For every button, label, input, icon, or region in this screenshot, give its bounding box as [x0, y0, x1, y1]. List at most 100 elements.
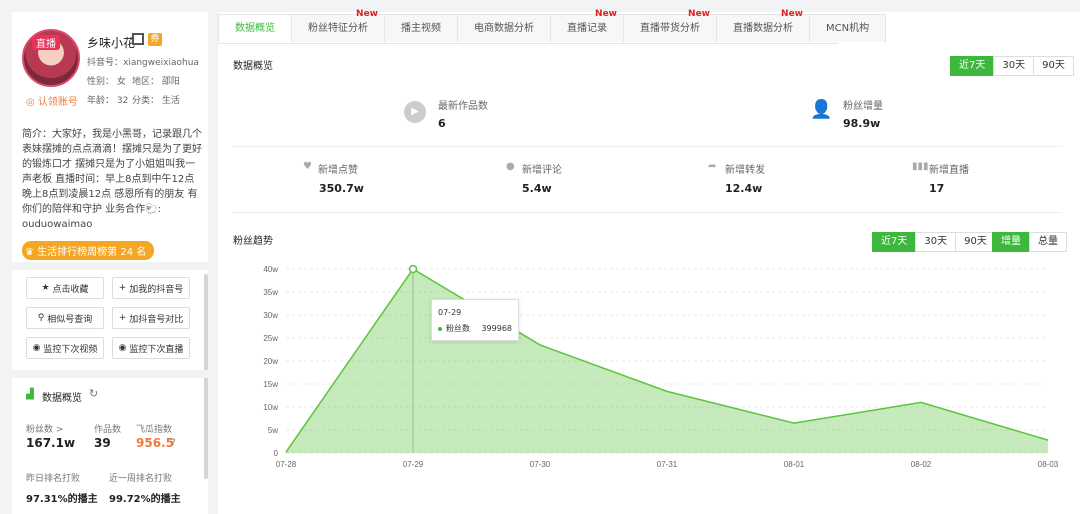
rank-badge[interactable]: ♛ 生活排行榜周榜第 24 名 — [22, 241, 155, 260]
comments-label: 新增评论 — [522, 165, 562, 176]
live-bars-icon: ▮▮▮ — [912, 161, 929, 172]
tab-mcn[interactable]: MCN机构 — [809, 14, 887, 42]
eye-icon: ◉ — [32, 343, 41, 353]
nickname: 乡味小花 — [87, 36, 136, 50]
index-value: 956.5 — [136, 436, 174, 450]
gender: 性别： 女 — [87, 77, 126, 87]
rank-label: 生活排行榜周榜第 24 名 — [37, 247, 147, 258]
shares-label: 新增转发 — [725, 165, 765, 176]
range-7d[interactable]: 近7天 — [950, 56, 995, 76]
divider — [12, 370, 208, 378]
tooltip-label: 粉丝数 — [446, 324, 470, 333]
tab-fans-analysis[interactable]: 粉丝特征分析 New — [291, 9, 385, 42]
week-rank-value: 99.72%的播主 — [109, 494, 181, 505]
tooltip-row: 粉丝数 399968 — [438, 323, 512, 334]
region: 地区： 邵阳 — [132, 77, 180, 87]
data-overview-title: 数据概览 — [42, 393, 82, 404]
verify-account[interactable]: ◎ 认领账号 — [26, 93, 78, 108]
fans-inc-value: 98.9w — [843, 117, 881, 130]
y-tick-label: 40w — [263, 265, 278, 274]
y-tick-label: 0 — [274, 449, 279, 458]
fans-inc-label: 粉丝增量 — [843, 101, 883, 112]
monitor-live-label: 监控下次直播 — [129, 344, 184, 355]
plus-icon: + — [118, 283, 127, 293]
profile-panel: 直播 乡味小花 券 抖音号：xiangweixiaohua 性别： 女 地区： … — [12, 12, 208, 514]
x-tick-label: 08-03 — [1038, 460, 1059, 469]
data-point — [408, 264, 418, 274]
y-tick-label: 10w — [263, 403, 278, 412]
qrcode-icon[interactable] — [132, 33, 144, 45]
x-tick-label: 07-28 — [276, 460, 297, 469]
divider — [12, 262, 208, 270]
add-my-account-button[interactable]: + 加我的抖音号 — [112, 277, 190, 299]
new-works-label: 最新作品数 — [438, 101, 488, 112]
range-30d[interactable]: 30天 — [993, 56, 1035, 76]
trend-range: 近7天 30天 90天 — [872, 232, 996, 252]
range-90d[interactable]: 90天 — [1033, 56, 1074, 76]
mode-total[interactable]: 总量 — [1029, 232, 1067, 252]
tab-label: 播主视频 — [401, 23, 441, 34]
likes-label: 新增点赞 — [318, 165, 358, 176]
category: 分类： 生活 — [132, 96, 180, 106]
trend-range-90d[interactable]: 90天 — [955, 232, 996, 252]
works-label: 作品数 — [94, 425, 122, 435]
new-badge: New — [781, 9, 803, 19]
search-icon: ⚲ — [37, 313, 45, 323]
mode-increment[interactable]: 增量 — [992, 232, 1030, 252]
main-panel: 数据概览 粉丝特征分析 New 播主视频 电商数据分析 直播记录 New 直播带货分… — [218, 9, 1080, 514]
tab-overview[interactable]: 数据概览 — [218, 14, 292, 42]
similar-label: 相似号查询 — [47, 314, 93, 325]
likes-value: 350.7w — [319, 182, 364, 195]
monitor-live-button[interactable]: ◉ 监控下次直播 — [112, 337, 190, 359]
x-tick-label: 08-02 — [911, 460, 932, 469]
y-tick-label: 30w — [263, 311, 278, 320]
tab-ecommerce[interactable]: 电商数据分析 — [457, 14, 551, 42]
yesterday-rank-value: 97.31%的播主 — [26, 494, 98, 505]
new-works-value: 6 — [438, 117, 446, 130]
new-badge: New — [356, 9, 378, 19]
x-tick-label: 07-31 — [657, 460, 678, 469]
tab-label: 粉丝特征分析 — [308, 23, 368, 34]
tab-label: 直播带货分析 — [640, 23, 700, 34]
tab-label: 直播记录 — [567, 23, 607, 34]
fans-label[interactable]: 粉丝数 > — [26, 422, 63, 435]
chart-icon: ▟ — [26, 389, 34, 400]
similar-search-button[interactable]: ⚲ 相似号查询 — [26, 307, 104, 329]
comment-icon: ● — [506, 161, 515, 172]
tab-live-sales[interactable]: 直播带货分析 New — [623, 9, 717, 42]
crown-icon: ♛ — [25, 247, 38, 258]
refresh-icon[interactable]: ↻ — [89, 387, 98, 400]
compare-button[interactable]: + 加抖音号对比 — [112, 307, 190, 329]
tab-label: 电商数据分析 — [474, 23, 534, 34]
tooltip-date: 07-29 — [438, 308, 462, 317]
shares-value: 12.4w — [725, 182, 763, 195]
shop-icon[interactable]: 券 — [148, 33, 162, 46]
avatar[interactable]: 直播 — [22, 29, 80, 87]
star-icon: ★ — [41, 283, 50, 293]
tab-live-data[interactable]: 直播数据分析 New — [716, 9, 810, 42]
tab-label: 直播数据分析 — [733, 23, 793, 34]
chart-tooltip: 07-29 粉丝数 399968 — [431, 299, 519, 341]
week-rank-label: 近一周排名打败 — [109, 474, 173, 484]
fans-trend-chart[interactable]: 0 5w 10w 15w 20w 25w 30w 35w 40w 07-28 07-29 07-30 0… — [218, 257, 1080, 487]
y-tick-label: 5w — [268, 426, 278, 435]
series-dot — [438, 326, 442, 331]
works-value: 39 — [94, 436, 111, 450]
tab-videos[interactable]: 播主视频 — [384, 14, 458, 42]
help-icon[interactable]: ? — [171, 438, 176, 448]
tab-label: 数据概览 — [235, 23, 275, 34]
trend-range-30d[interactable]: 30天 — [915, 232, 957, 252]
trend-range-7d[interactable]: 近7天 — [872, 232, 917, 252]
yesterday-rank-label: 昨日排名打败 — [26, 474, 81, 484]
collect-button[interactable]: ★ 点击收藏 — [26, 277, 104, 299]
tab-label: MCN机构 — [826, 23, 870, 34]
tab-live-records[interactable]: 直播记录 New — [550, 9, 624, 42]
x-tick-label: 07-29 — [403, 460, 424, 469]
x-tick-label: 08-01 — [784, 460, 805, 469]
live-badge: 直播 — [32, 35, 60, 50]
monitor-video-button[interactable]: ◉ 监控下次视频 — [26, 337, 104, 359]
y-tick-label: 25w — [263, 334, 278, 343]
lives-label: 新增直播 — [929, 165, 969, 176]
tab-bar: 数据概览 粉丝特征分析 New 播主视频 电商数据分析 直播记录 New 直播带货分… — [218, 9, 887, 44]
index-label: 飞瓜指数 — [136, 425, 173, 435]
